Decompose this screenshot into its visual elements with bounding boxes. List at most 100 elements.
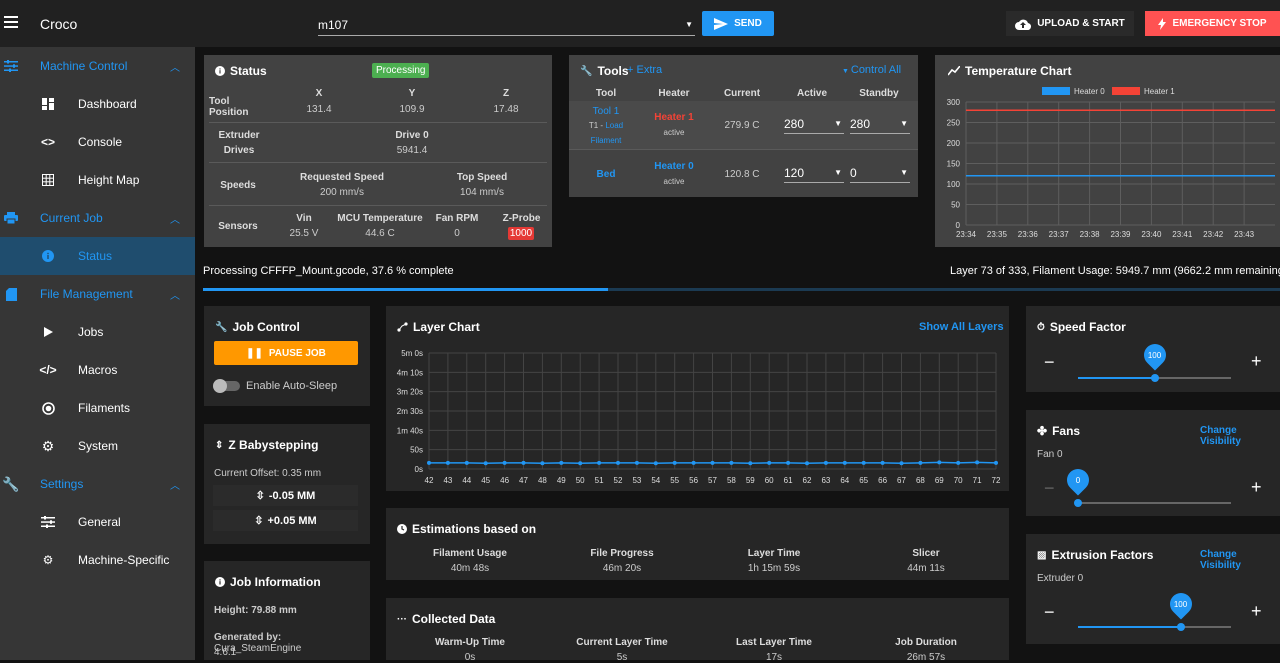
x-tick-label: 53: [632, 476, 641, 485]
send-button[interactable]: SEND: [702, 11, 774, 36]
data-point: [937, 460, 942, 465]
show-all-layers-button[interactable]: Show All Layers: [919, 321, 1004, 333]
collected-label: Warm-Up Time: [434, 637, 505, 648]
control-all-button[interactable]: ▼ Control All: [842, 64, 901, 76]
speed-decrease-button[interactable]: −: [1044, 352, 1055, 373]
estimations-title-text: Estimations based on: [412, 522, 537, 536]
temperature-chart: 0 50 100 150 200 250 300 23:34 23:35 23:36 23:37 23…: [947, 87, 1275, 239]
sidebar-group-current-job[interactable]: Current Job ︿: [0, 199, 195, 237]
data-point: [956, 460, 961, 465]
sidebar-item-general[interactable]: General: [0, 503, 195, 541]
gear-icon: ⚙: [41, 437, 55, 454]
y-tick-label: 150: [947, 160, 961, 169]
babystep-plus-button[interactable]: ⇳ +0.05 MM: [213, 510, 358, 531]
chevron-up-icon: ︿: [170, 480, 180, 492]
auto-sleep-toggle[interactable]: [213, 379, 240, 393]
code-icon: <>: [40, 135, 55, 149]
tool-1-active-input[interactable]: 280 ▼: [784, 114, 844, 134]
data-point: [899, 461, 904, 466]
x-tick-label: 72: [992, 476, 1001, 485]
x-tick-label: 48: [538, 476, 547, 485]
fan-0-label: Fan 0: [1037, 449, 1063, 460]
fans-card: ✤ Fans Change Visibility Fan 0 − + 0: [1026, 410, 1280, 516]
job-control-title-text: Job Control: [232, 320, 300, 334]
extrusion-change-visibility-button[interactable]: Change Visibility: [1200, 549, 1280, 571]
bed-standby-input[interactable]: 0 ▼: [850, 163, 910, 183]
menu-icon[interactable]: [4, 16, 18, 28]
speed-increase-button[interactable]: +: [1251, 351, 1262, 372]
sidebar-item-status[interactable]: Status: [0, 237, 195, 275]
x-tick-label: 23:34: [956, 230, 977, 239]
y-tick-label: 50: [951, 201, 960, 210]
load-filament-link[interactable]: Load: [605, 121, 623, 130]
upload-start-button[interactable]: UPLOAD & START: [1006, 11, 1134, 36]
fan-increase-button[interactable]: +: [1251, 477, 1262, 498]
sidebar-item-system[interactable]: ⚙ System: [0, 427, 195, 465]
data-point: [502, 460, 507, 465]
x-tick-label: 23:40: [1141, 230, 1162, 239]
x-tick-label: 23:35: [987, 230, 1008, 239]
heater-0-state: active: [663, 177, 685, 186]
x-tick-label: 42: [425, 476, 434, 485]
heater-0-name[interactable]: Heater 0: [649, 161, 699, 172]
sidebar-item-machine-specific[interactable]: ⚙ Machine-Specific: [0, 541, 195, 579]
sidebar-group-settings[interactable]: 🔧 Settings ︿: [0, 465, 195, 503]
sidebar-item-dashboard[interactable]: Dashboard: [0, 85, 195, 123]
emergency-stop-button[interactable]: EMERGENCY STOP: [1145, 11, 1280, 36]
sidebar-item-console[interactable]: <> Console: [0, 123, 195, 161]
top-speed-label: Top Speed: [456, 172, 508, 183]
extrusion-factors-card: ▨ Extrusion Factors Change Visibility Ex…: [1026, 534, 1280, 644]
extrusion-increase-button[interactable]: +: [1251, 601, 1262, 622]
temperature-chart-title-text: Temperature Chart: [965, 64, 1072, 78]
fan-decrease-button[interactable]: −: [1044, 478, 1055, 499]
x-value: 131.4: [306, 104, 332, 115]
x-tick-label: 23:41: [1172, 230, 1193, 239]
y-tick-label: 0s: [415, 465, 423, 474]
sidebar-group-machine-control[interactable]: Machine Control ︿: [0, 47, 195, 85]
sidebar-item-macros[interactable]: </> Macros: [0, 351, 195, 389]
layer-chart-title-text: Layer Chart: [413, 320, 480, 334]
filament-link[interactable]: Filament: [581, 136, 631, 145]
bed-active-input[interactable]: 120 ▼: [784, 163, 844, 183]
fans-change-visibility-button[interactable]: Change Visibility: [1200, 425, 1280, 447]
sidebar-group-file-management[interactable]: File Management ︿: [0, 275, 195, 313]
estimation-label: Slicer: [912, 548, 940, 559]
fan-slider-track[interactable]: [1078, 502, 1231, 504]
babystep-minus-button[interactable]: ⇳ -0.05 MM: [213, 485, 358, 506]
arrow-expand-vertical-icon: ⇳: [254, 515, 264, 527]
bed-name[interactable]: Bed: [581, 169, 631, 180]
chevron-down-icon: ▼: [834, 119, 842, 128]
speed-value: 100: [1147, 351, 1162, 360]
x-tick-label: 61: [784, 476, 793, 485]
estop-label: EMERGENCY STOP: [1172, 18, 1267, 29]
heater-1-current: 279.9 C: [724, 120, 760, 131]
divider: [209, 205, 547, 206]
grid-icon: [40, 172, 56, 188]
tool-1-name[interactable]: Tool 1: [581, 106, 631, 117]
col-current: Current: [723, 88, 761, 99]
job-information-title-text: Job Information: [230, 575, 321, 589]
gcode-input[interactable]: m107 ▼: [318, 14, 695, 36]
fan-slider-thumb[interactable]: [1074, 499, 1082, 507]
heater-1-state: active: [663, 128, 685, 137]
col-tool: Tool: [595, 88, 617, 99]
sidebar-item-filaments[interactable]: Filaments: [0, 389, 195, 427]
extrusion-slider-thumb[interactable]: [1176, 623, 1185, 631]
dashboard-icon: [40, 96, 56, 112]
tool-1-standby-input[interactable]: 280 ▼: [850, 114, 910, 134]
sidebar: Machine Control ︿ Dashboard <> Console H…: [0, 47, 195, 660]
sidebar-item-height-map[interactable]: Height Map: [0, 161, 195, 199]
sidebar-item-label: Jobs: [78, 325, 104, 339]
pause-job-button[interactable]: ❚❚ PAUSE JOB: [214, 341, 358, 365]
chevron-down-icon: ▼: [900, 119, 908, 128]
data-point: [483, 461, 488, 466]
extrusion-decrease-button[interactable]: −: [1044, 602, 1055, 623]
mcu-value: 44.6 C: [365, 228, 395, 239]
speed-slider-thumb[interactable]: [1150, 374, 1159, 382]
sidebar-item-jobs[interactable]: Jobs: [0, 313, 195, 351]
heater-1-name[interactable]: Heater 1: [649, 112, 699, 123]
x-label: X: [315, 88, 323, 99]
data-point: [464, 460, 469, 465]
extra-button[interactable]: + Extra: [627, 64, 662, 76]
chevron-down-icon[interactable]: ▼: [685, 20, 693, 29]
